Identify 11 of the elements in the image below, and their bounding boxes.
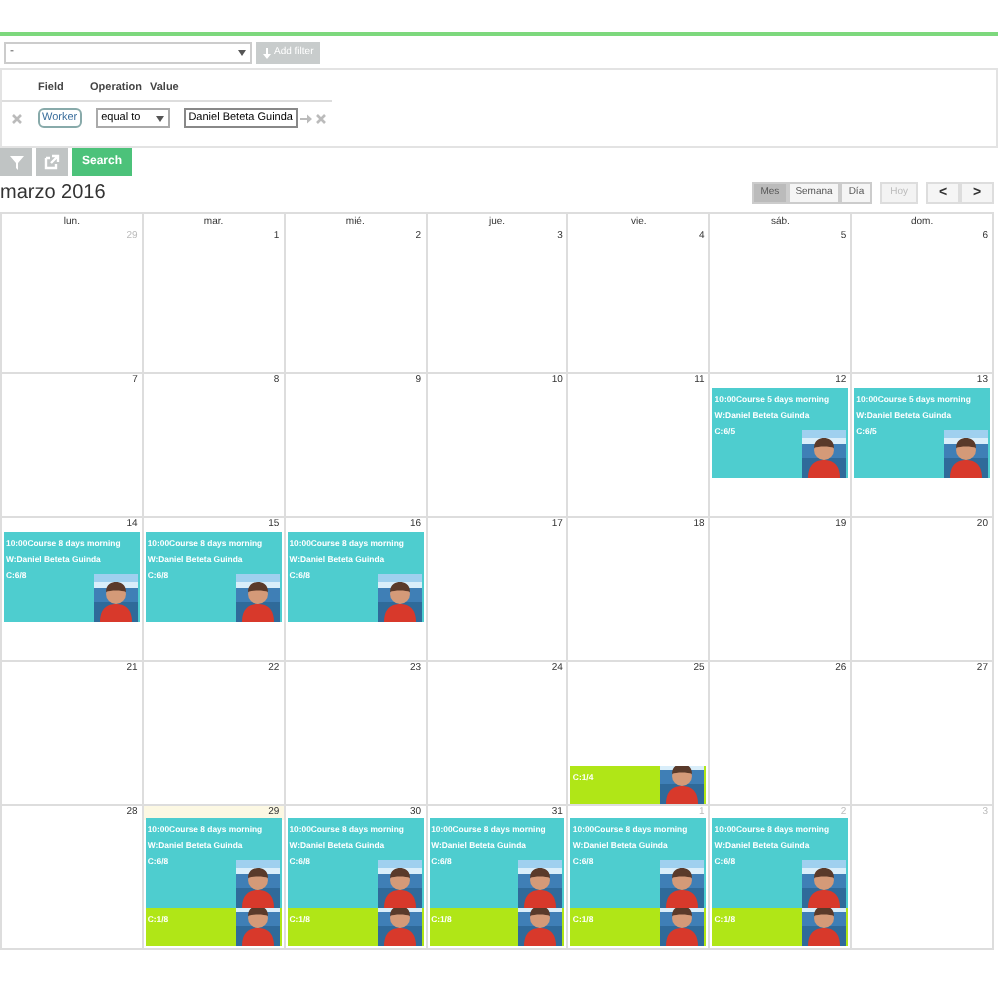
export-button[interactable] — [36, 148, 68, 176]
export-icon — [44, 154, 60, 170]
remove-icon[interactable] — [315, 113, 325, 123]
filter-icon — [9, 155, 23, 169]
calendar-title: marzo 2016 — [0, 184, 106, 204]
filter-button[interactable] — [0, 148, 32, 176]
download-icon — [262, 47, 272, 59]
remove-icon[interactable] — [12, 113, 22, 123]
arrow-icon — [299, 113, 311, 123]
caret-icon — [238, 50, 246, 56]
caret-icon — [156, 115, 165, 121]
